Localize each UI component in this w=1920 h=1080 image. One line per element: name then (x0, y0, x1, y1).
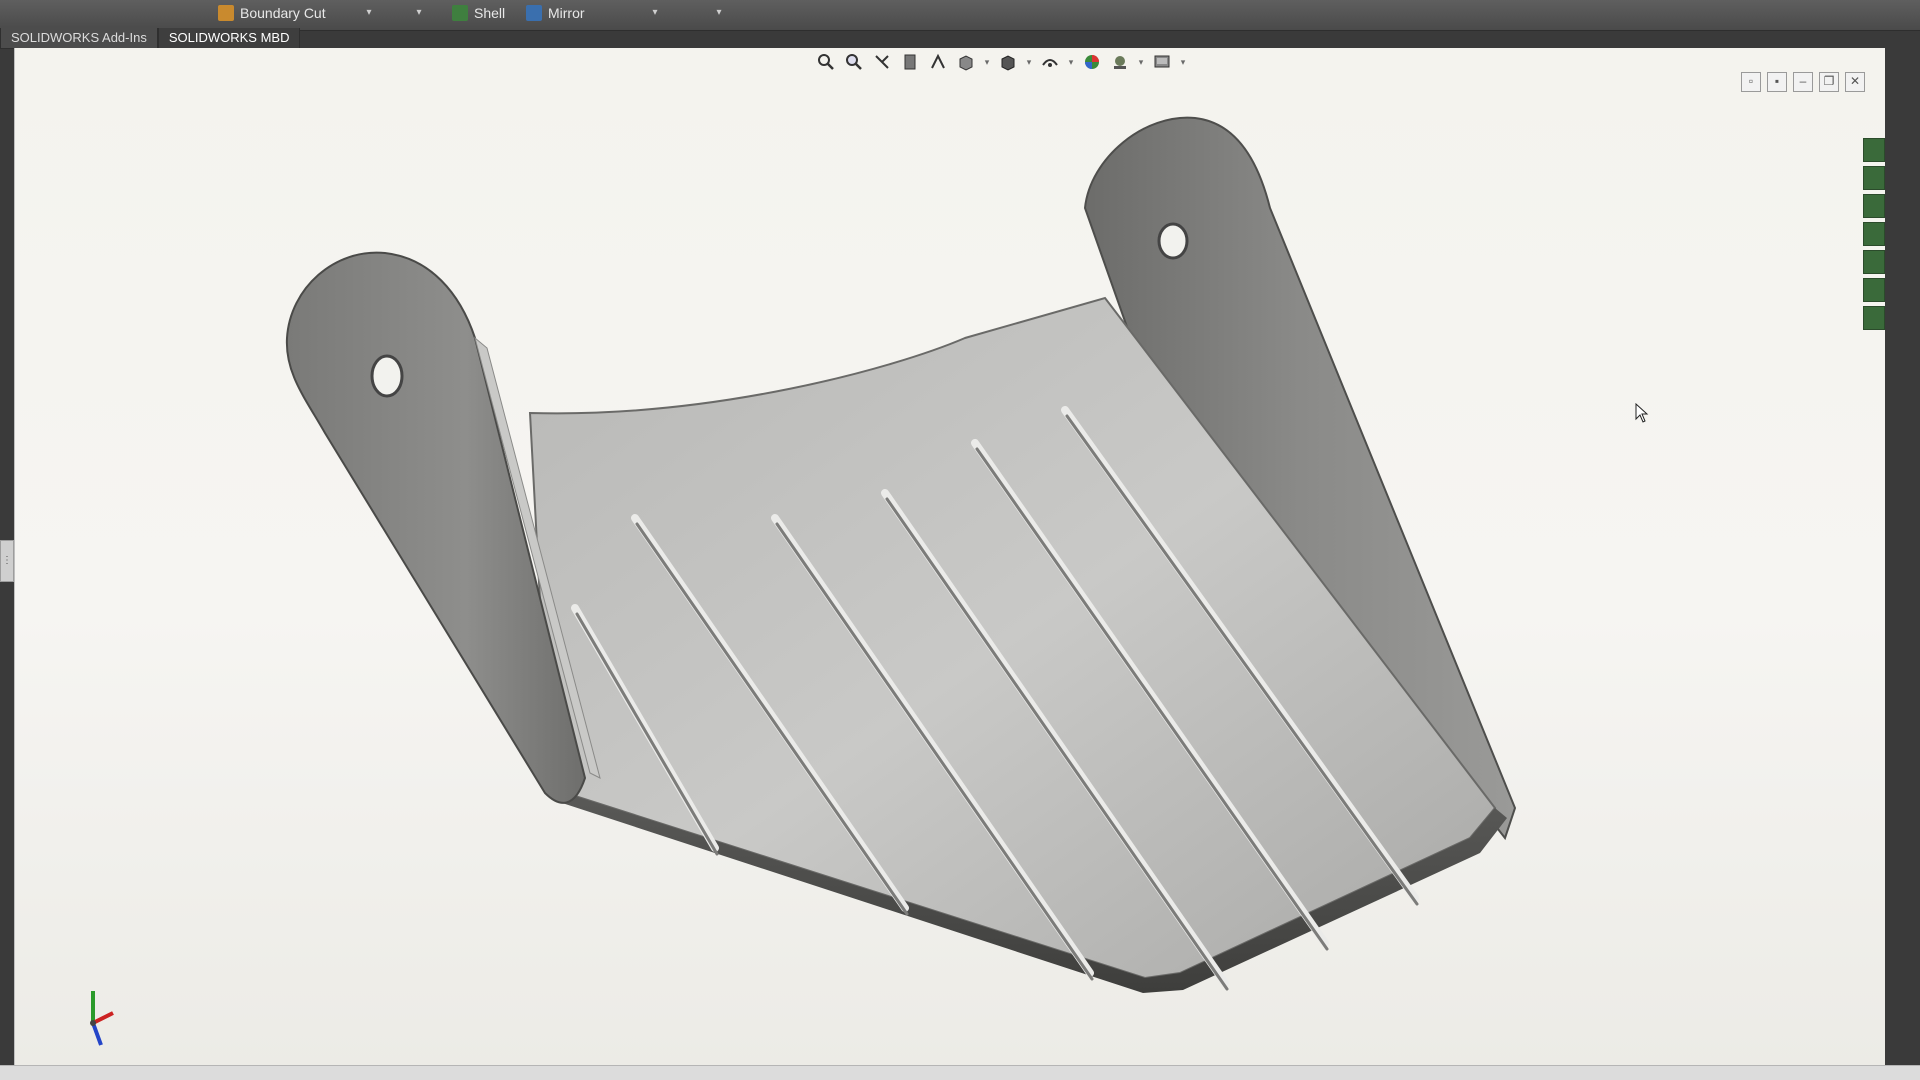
boundary-cut-dropdown[interactable]: ▾ (362, 6, 376, 20)
graphics-area[interactable]: ▾ ▾ ▾ ▾ ▾ ▫ ▪ – ❐ ✕ (14, 48, 1885, 1070)
tab-solidworks-add-ins[interactable]: SOLIDWORKS Add-Ins (0, 28, 158, 49)
boundary-cut-icon (218, 5, 234, 21)
command-manager-tabs: SOLIDWORKS Add-Ins SOLIDWORKS MBD (0, 28, 301, 49)
axis-triad-icon (90, 991, 114, 1046)
custom-properties-icon[interactable] (1863, 278, 1885, 302)
reference-geometry-dropdown[interactable]: ▾ (648, 6, 662, 20)
file-explorer-icon[interactable] (1863, 194, 1885, 218)
tile-icon[interactable]: ▫ (1741, 72, 1761, 92)
mouse-pointer-icon (1635, 403, 1649, 423)
bracket-part-model[interactable] (15, 48, 1885, 1070)
forum-icon[interactable] (1863, 306, 1885, 330)
close-icon[interactable]: ✕ (1845, 72, 1865, 92)
restore-icon[interactable]: ❐ (1819, 72, 1839, 92)
solidworks-window: Boundary Cut ▾ ▾ Shell Mirror ▾ ▾ SOLIDW… (0, 0, 1920, 1080)
shell-button[interactable]: Shell (452, 2, 505, 24)
minimize-icon[interactable]: – (1793, 72, 1813, 92)
shell-label: Shell (474, 5, 506, 21)
main-plate (528, 296, 1497, 980)
mirror-label: Mirror (548, 5, 585, 21)
view-palette-icon[interactable] (1863, 222, 1885, 246)
curves-dropdown[interactable]: ▾ (712, 6, 726, 20)
mirror-icon (526, 5, 542, 21)
command-manager-ribbon: Boundary Cut ▾ ▾ Shell Mirror ▾ ▾ (0, 0, 1920, 31)
left-ear-hole (370, 354, 404, 398)
right-ear-hole (1157, 222, 1189, 260)
feature-tree-collapse-handle[interactable]: ⋮ (0, 540, 14, 582)
feature-dropdown[interactable]: ▾ (412, 6, 426, 20)
mirror-button[interactable]: Mirror (526, 2, 585, 24)
document-window-controls: ▫ ▪ – ❐ ✕ (1741, 72, 1865, 92)
design-library-icon[interactable] (1863, 166, 1885, 190)
task-pane (1863, 138, 1885, 330)
solidworks-resources-icon[interactable] (1863, 138, 1885, 162)
boundary-cut-label: Boundary Cut (240, 5, 326, 21)
status-bar (0, 1065, 1920, 1080)
shell-icon (452, 5, 468, 21)
appearances-icon[interactable] (1863, 250, 1885, 274)
split-icon[interactable]: ▪ (1767, 72, 1787, 92)
boundary-cut-button[interactable]: Boundary Cut (218, 2, 326, 24)
tab-solidworks-mbd[interactable]: SOLIDWORKS MBD (157, 28, 301, 49)
